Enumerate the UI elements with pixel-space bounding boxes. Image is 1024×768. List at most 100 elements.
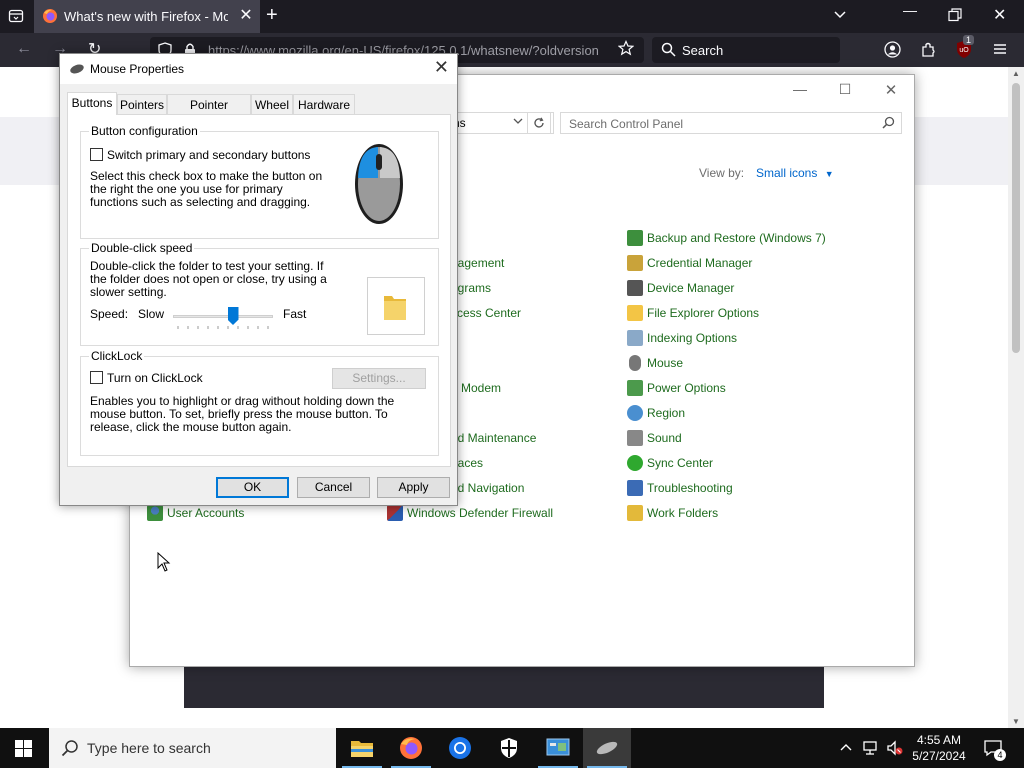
buttons-tab-panel: Button configuration Switch primary and … <box>67 114 451 467</box>
cp-item-troubleshooting[interactable]: Troubleshooting <box>627 480 733 498</box>
chevron-down-icon[interactable] <box>512 115 524 130</box>
clicklock-settings-button[interactable]: Settings... <box>332 368 426 389</box>
network-icon[interactable] <box>862 740 880 759</box>
group-title: ClickLock <box>89 349 145 363</box>
scrollbar-thumb[interactable] <box>1012 83 1020 353</box>
restore-icon[interactable] <box>948 8 962 25</box>
folder-icon <box>382 292 408 325</box>
speed-slider[interactable] <box>173 305 273 329</box>
mouse-icon <box>629 355 641 371</box>
view-by-dropdown[interactable]: Small icons ▼ <box>756 166 834 180</box>
search-bar[interactable]: Search <box>652 37 840 63</box>
test-folder[interactable] <box>367 277 425 335</box>
cp-item-user-accounts[interactable]: User Accounts <box>147 505 244 523</box>
cp-item-device-manager[interactable]: Device Manager <box>627 280 734 298</box>
cp-item-windows-defender-firewall[interactable]: Windows Defender Firewall <box>387 505 553 523</box>
volume-muted-icon[interactable] <box>886 740 904 759</box>
cp-item-phone-modem[interactable]: d Modem <box>451 380 501 398</box>
taskbar-chromium[interactable] <box>436 728 484 768</box>
taskbar-firefox[interactable] <box>387 728 435 768</box>
apply-button[interactable]: Apply <box>377 477 450 498</box>
firewall-icon <box>387 505 403 521</box>
refresh-button[interactable] <box>527 112 551 134</box>
browser-tab[interactable]: What's new with Firefox - More ✕ <box>34 0 260 33</box>
cp-item-mouse[interactable]: Mouse <box>627 355 683 373</box>
cp-item-access-center[interactable]: ccess Center <box>451 305 521 323</box>
tab-pointer-options[interactable]: Pointer Options <box>167 94 251 126</box>
sync-icon <box>627 455 643 471</box>
svg-text:uO: uO <box>959 47 969 54</box>
tab-pointers[interactable]: Pointers <box>117 94 167 114</box>
account-icon[interactable] <box>884 41 901 61</box>
chevron-up-icon[interactable] <box>839 741 853 758</box>
cp-item-sync-center[interactable]: Sync Center <box>627 455 713 473</box>
taskbar-file-explorer[interactable] <box>338 728 386 768</box>
cp-item-power-options[interactable]: Power Options <box>627 380 726 398</box>
indexing-icon <box>627 330 643 346</box>
cp-item-security-maintenance[interactable]: nd Maintenance <box>451 430 536 448</box>
shield-icon <box>501 738 517 758</box>
tab-hardware[interactable]: Hardware <box>293 94 355 114</box>
cp-item-credential-manager[interactable]: Credential Manager <box>627 255 752 273</box>
browser-tab-bar: What's new with Firefox - More ✕ + — ✕ <box>0 0 1024 33</box>
close-tab-icon[interactable]: ✕ <box>236 6 256 26</box>
refresh-icon <box>534 117 544 128</box>
close-icon[interactable]: ✕ <box>434 57 449 78</box>
clicklock-checkbox[interactable] <box>90 371 103 384</box>
file-explorer-icon <box>351 741 373 757</box>
mouse-icon <box>596 741 618 755</box>
tab-buttons[interactable]: Buttons <box>67 92 117 115</box>
taskbar-search-placeholder: Type here to search <box>87 740 211 756</box>
taskbar-control-panel[interactable] <box>534 728 582 768</box>
page-scrollbar[interactable]: ▲ ▼ <box>1008 67 1024 728</box>
view-by-value: Small icons <box>756 166 818 180</box>
close-window-icon[interactable]: ✕ <box>993 5 1006 25</box>
cp-item-indexing-options[interactable]: Indexing Options <box>627 330 737 348</box>
dialog-title-bar[interactable]: Mouse Properties ✕ <box>60 54 457 84</box>
slow-label: Slow <box>138 307 165 321</box>
control-panel-search-placeholder: Search Control Panel <box>569 117 684 131</box>
tab-wheel[interactable]: Wheel <box>251 94 293 114</box>
minimize-icon[interactable]: — <box>903 2 917 18</box>
slider-track <box>173 315 273 318</box>
control-panel-icon <box>546 738 570 756</box>
taskbar-clock[interactable]: 4:55 AM 5/27/2024 <box>906 732 972 764</box>
mouse-properties-dialog: Mouse Properties ✕ Buttons Pointers Poin… <box>59 53 458 506</box>
maximize-icon[interactable]: ☐ <box>830 81 860 101</box>
speed-label: Speed: <box>90 307 129 321</box>
taskbar-mouse-properties[interactable] <box>583 728 631 768</box>
ok-button[interactable]: OK <box>216 477 289 498</box>
speaker-icon <box>627 430 643 446</box>
troubleshooting-icon <box>627 480 643 496</box>
chevron-down-icon[interactable] <box>832 6 848 25</box>
taskbar-windows-security[interactable] <box>485 728 533 768</box>
taskbar-search[interactable]: Type here to search <box>49 728 336 768</box>
control-panel-search[interactable]: Search Control Panel <box>560 112 902 134</box>
switch-buttons-checkbox[interactable] <box>90 148 103 161</box>
cp-item-region[interactable]: Region <box>627 405 685 423</box>
slider-thumb[interactable] <box>227 307 239 325</box>
taskbar: Type here to search 4:55 AM 5/27/2024 4 <box>0 728 1024 768</box>
cp-item-taskbar-navigation[interactable]: nd Navigation <box>451 480 524 498</box>
cp-item-backup-restore[interactable]: Backup and Restore (Windows 7) <box>627 230 826 248</box>
tab-list-icon[interactable] <box>8 8 24 27</box>
cp-item-device-management[interactable]: nagement <box>451 255 504 273</box>
close-window-icon[interactable]: ✕ <box>876 81 906 101</box>
extensions-icon[interactable] <box>920 41 937 61</box>
cancel-button[interactable]: Cancel <box>297 477 370 498</box>
back-icon[interactable]: ← <box>16 40 32 58</box>
switch-buttons-label[interactable]: Switch primary and secondary buttons <box>107 149 310 162</box>
new-tab-icon[interactable]: + <box>266 4 278 27</box>
cp-item-sound[interactable]: Sound <box>627 430 682 448</box>
cp-item-file-explorer-options[interactable]: File Explorer Options <box>627 305 759 323</box>
minimize-icon[interactable]: — <box>785 81 815 101</box>
scroll-down-icon[interactable]: ▼ <box>1008 717 1024 726</box>
scroll-up-icon[interactable]: ▲ <box>1008 69 1024 78</box>
cp-item-work-folders[interactable]: Work Folders <box>627 505 718 523</box>
group-title: Double-click speed <box>89 241 195 255</box>
clicklock-label[interactable]: Turn on ClickLock <box>107 372 203 385</box>
menu-hamburger-icon[interactable] <box>992 41 1008 60</box>
bookmark-star-icon[interactable] <box>617 40 635 59</box>
windows-start-icon[interactable] <box>15 740 32 760</box>
clicklock-description: Enables you to highlight or drag without… <box>90 394 395 434</box>
